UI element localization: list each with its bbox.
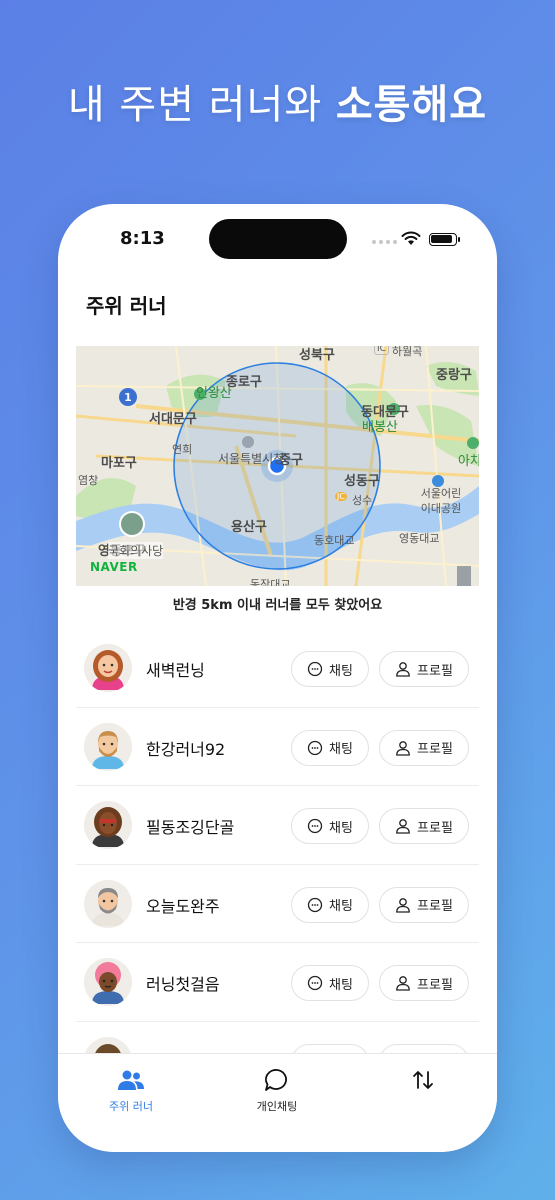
map-label-jung: 중구 bbox=[279, 453, 303, 468]
map-label-yeongdong-bridge: 영동대교 bbox=[399, 532, 440, 545]
tab-label: 개인채팅 bbox=[256, 1100, 298, 1113]
search-result-text: 반경 5km 이내 러너를 모두 찾았어요 bbox=[172, 598, 383, 613]
chat-bubble-icon bbox=[307, 975, 323, 991]
list-item: 한강러너92 채팅 프로필 bbox=[76, 708, 479, 786]
profile-button[interactable]: 프로필 bbox=[379, 729, 469, 766]
chat-button[interactable]: 채팅 bbox=[291, 729, 369, 766]
map-label-mapo: 마포구 bbox=[101, 456, 137, 471]
chat-bubble-icon bbox=[307, 740, 323, 755]
tab-private-chat[interactable]: 개인채팅 bbox=[227, 1068, 327, 1114]
status-bar: 8:13 bbox=[58, 204, 497, 274]
profile-button[interactable]: 프로필 bbox=[379, 808, 469, 844]
user-icon bbox=[396, 740, 410, 756]
chat-button[interactable]: 채팅 bbox=[291, 886, 369, 923]
chat-bubble-icon bbox=[307, 897, 323, 912]
profile-button-label: 프로필 bbox=[417, 820, 453, 836]
map-label-yeomchang: 염창 bbox=[78, 474, 99, 487]
map-label-city-hall: 서울특별시청 bbox=[218, 452, 285, 466]
list-item: 러닝첫걸음 채팅 프로필 bbox=[76, 943, 479, 1022]
wifi-icon bbox=[401, 231, 421, 245]
map-label-dongjak-bridge: 동작대교 bbox=[250, 578, 291, 586]
chat-button-label: 채팅 bbox=[329, 663, 353, 679]
chat-button-label: 채팅 bbox=[329, 742, 353, 757]
map-view[interactable]: 1 성북구 IC 하월곡 종로구 중랑구 서대문구 인왕산 동대문구 배봉산 연… bbox=[76, 346, 479, 586]
runner-name: 러닝첫걸음 bbox=[146, 975, 220, 994]
naver-logo: NAVER bbox=[90, 560, 138, 574]
profile-button[interactable]: 프로필 bbox=[379, 965, 469, 1001]
headline-part1: 내 주변 러너와 bbox=[67, 82, 336, 128]
map-label-achasan: 아차 bbox=[458, 454, 479, 469]
status-time: 8:13 bbox=[120, 228, 165, 249]
mountain-icon bbox=[467, 437, 479, 449]
battery-icon bbox=[429, 233, 460, 246]
chat-bubble-icon bbox=[307, 661, 323, 677]
map-label-inwangsan: 인왕산 bbox=[196, 386, 232, 401]
user-icon bbox=[396, 819, 410, 834]
promo-headline: 내 주변 러너와 소통해요 bbox=[0, 72, 555, 130]
signal-icon bbox=[372, 240, 397, 244]
list-item: 새벽런닝 채팅 프로필 bbox=[76, 629, 479, 708]
chat-button[interactable]: 채팅 bbox=[291, 651, 369, 687]
chat-button[interactable]: 채팅 bbox=[291, 808, 369, 844]
city-hall-icon bbox=[242, 436, 254, 448]
people-icon bbox=[118, 1070, 144, 1090]
headline-part2: 소통해요 bbox=[335, 82, 488, 128]
avatar bbox=[84, 801, 132, 849]
user-icon bbox=[396, 976, 410, 991]
chat-button-label: 채팅 bbox=[329, 977, 353, 993]
tab-sort[interactable] bbox=[373, 1068, 473, 1098]
map-label-seongbuk: 성북구 bbox=[299, 348, 335, 363]
map-label-national-assembly: 국회의사당 bbox=[108, 542, 164, 559]
map-label-yeonhui: 연희 bbox=[172, 443, 193, 456]
user-icon bbox=[396, 897, 410, 913]
ic-badge: IC bbox=[374, 346, 389, 355]
chat-button-label: 채팅 bbox=[329, 899, 353, 914]
chat-bubble-icon bbox=[307, 818, 323, 834]
phone-frame: 8:13 주위 러너 1 성북구 IC 하월곡 종로구 중랑구 서대문구 인왕산… bbox=[58, 204, 497, 1152]
page-title: 주위 러너 bbox=[86, 294, 167, 318]
list-item: 필동조깅단골 채팅 프로필 bbox=[76, 786, 479, 865]
map-label-yongsan: 용산구 bbox=[231, 520, 267, 535]
profile-button-label: 프로필 bbox=[417, 977, 453, 993]
tab-label: 주위 러너 bbox=[109, 1100, 153, 1113]
list-item: 오늘도완주 채팅 프로필 bbox=[76, 865, 479, 943]
chat-button[interactable]: 채팅 bbox=[291, 965, 369, 1001]
profile-button[interactable]: 프로필 bbox=[379, 651, 469, 687]
profile-button-label: 프로필 bbox=[417, 742, 453, 757]
dynamic-island bbox=[209, 219, 347, 259]
profile-button-label: 프로필 bbox=[417, 663, 453, 679]
map-label-childrens-park: 서울어린이대공원 bbox=[420, 487, 462, 515]
profile-button-label: 프로필 bbox=[417, 899, 453, 914]
avatar bbox=[84, 644, 132, 692]
map-label-dongho-bridge: 동호대교 bbox=[314, 534, 355, 547]
tab-bar: 주위 러너 개인채팅 bbox=[58, 1053, 497, 1152]
building-icon bbox=[457, 566, 471, 586]
avatar bbox=[84, 722, 132, 771]
profile-button[interactable]: 프로필 bbox=[379, 886, 469, 923]
route-badge-label: 1 bbox=[124, 391, 132, 404]
tab-nearby-runners[interactable]: 주위 러너 bbox=[81, 1068, 181, 1114]
runner-list: 새벽런닝 채팅 프로필 한강러너92 채팅 프로필 필동조깅단골 채팅 프로필 … bbox=[76, 629, 479, 1100]
user-icon bbox=[396, 662, 410, 677]
runner-name: 한강러너92 bbox=[146, 739, 226, 759]
map-label-seongsu: 성수 bbox=[352, 494, 373, 507]
avatar bbox=[84, 958, 132, 1006]
map-label-seodaemun: 서대문구 bbox=[149, 412, 197, 427]
map-label-baebongsan: 배봉산 bbox=[362, 420, 398, 435]
sort-arrows-icon bbox=[413, 1071, 433, 1089]
landmark-photo-icon bbox=[119, 511, 145, 537]
runner-name: 새벽런닝 bbox=[146, 661, 205, 680]
map-label-seongdong: 성동구 bbox=[344, 474, 380, 489]
jc-badge: JC bbox=[335, 492, 347, 501]
runner-name: 오늘도완주 bbox=[146, 896, 220, 916]
map-label-hawolgok: 하월곡 bbox=[392, 346, 423, 358]
chat-button-label: 채팅 bbox=[329, 820, 353, 836]
chat-bubble-icon bbox=[265, 1069, 287, 1091]
runner-name: 필동조깅단골 bbox=[146, 818, 235, 837]
avatar bbox=[84, 879, 132, 928]
map-label-jungnang: 중랑구 bbox=[436, 368, 472, 383]
